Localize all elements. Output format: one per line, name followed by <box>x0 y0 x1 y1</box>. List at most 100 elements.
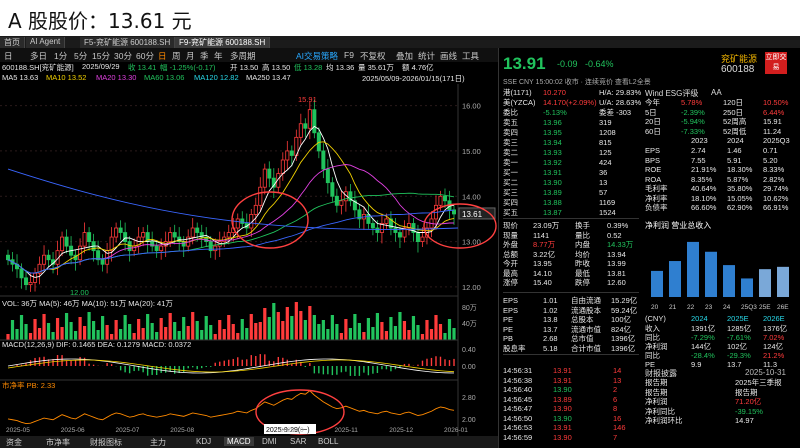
chart-toolbar: 日 多日 1分 5分 15分 30分 60分 日 周 月 季 年 多周期 AI交… <box>0 48 498 62</box>
overlay-button[interactable]: 叠加 <box>396 50 413 62</box>
tab-ai-agent[interactable]: AI Agent <box>26 37 66 48</box>
kline-chart[interactable]: 16.00 15.00 14.00 13.00 12.00 15.91 12.00 13.61… <box>0 84 498 448</box>
fin-value: 7.02% <box>763 333 785 342</box>
orderbook-label: 委比 <box>503 108 518 117</box>
orderbook-label: 买二 <box>503 178 518 187</box>
volume-bar <box>227 315 231 340</box>
stat-row: 涨停 15.40 跌停 12.60 <box>503 278 639 287</box>
fin-value: 29.74% <box>763 184 789 193</box>
period-1min[interactable]: 1分 <box>54 50 67 62</box>
fin-year-header: 2023 2024 2025Q3 <box>645 136 797 145</box>
period-day[interactable]: 日 <box>158 50 167 62</box>
ma120-legend: MA120 12.82 <box>194 73 239 82</box>
revenue-bar <box>687 241 699 297</box>
no-adjust-button[interactable]: 不复权 <box>360 50 386 62</box>
indicator-tab-dmi[interactable]: DMI <box>262 437 277 446</box>
tab-f5-stock[interactable]: F5-兖矿能源 600188.SH <box>80 37 176 48</box>
orderbook-label: 卖一 <box>503 158 518 167</box>
stat-label: 最低 <box>575 268 590 278</box>
indicator-tab-pb[interactable]: 市净率 <box>46 437 70 448</box>
volume-bar <box>222 329 226 340</box>
perf-label: 52周低 <box>723 126 747 136</box>
volume-bar <box>191 312 195 340</box>
perf-value: 5.78% <box>681 98 703 107</box>
kline-chart-svg[interactable]: 16.0015.0014.0013.0012.0015.9112.0013.61… <box>0 84 498 436</box>
tick-time: 14:56:53 <box>503 423 533 432</box>
volume-bar <box>294 302 298 340</box>
stat-label: 外盘 <box>503 240 518 249</box>
orderbook-volume: U/A: 28.63% <box>599 98 642 107</box>
stat-row: 现价 23.09万 换手 0.39% <box>503 221 639 230</box>
low-label: 低 13.28 <box>294 63 323 72</box>
volume-bar <box>321 320 325 340</box>
volume-bar <box>258 322 262 340</box>
period-month[interactable]: 月 <box>186 50 195 62</box>
period-day-first[interactable]: 日 <box>4 50 13 62</box>
ai-strategy-button[interactable]: AI交易策略 <box>296 50 338 62</box>
trade-now-button[interactable]: 立即交易 <box>765 52 787 74</box>
price-tick-label: 15.00 <box>462 147 481 156</box>
fin-row: BPS 7.55 5.91 5.20 <box>645 156 797 165</box>
indicator-tab-boll[interactable]: BOLL <box>318 437 338 446</box>
orderbook-label: 卖二 <box>503 148 518 157</box>
volume-bar <box>87 312 91 340</box>
stat-value: 0.52 <box>607 230 622 240</box>
orderbook-volume: 36 <box>599 168 608 177</box>
orderbook-row: 买五 13.87 1524 <box>503 208 639 217</box>
indicator-tab-main[interactable]: 主力 <box>150 437 166 448</box>
pb-line <box>7 390 455 425</box>
fund-label: PE <box>503 324 514 334</box>
period-multi[interactable]: 多周期 <box>230 50 256 62</box>
candle-body <box>159 245 164 252</box>
tools-button[interactable]: 工具 <box>462 50 479 62</box>
fin-row: ROE 21.91% 18.30% 8.33% <box>645 165 797 174</box>
period-quarter[interactable]: 季 <box>200 50 209 62</box>
period-year[interactable]: 年 <box>214 50 223 62</box>
stat-label: 内盘 <box>575 240 590 249</box>
draw-button[interactable]: 画线 <box>440 50 457 62</box>
period-30min[interactable]: 30分 <box>114 50 132 62</box>
period-60min[interactable]: 60分 <box>136 50 154 62</box>
stat-label: 现价 <box>503 221 518 230</box>
fund-row: 股息率 5.18 合计市值 1396亿 <box>503 344 639 353</box>
orderbook-label: 买五 <box>503 208 518 217</box>
perf-value: -5.94% <box>681 117 705 126</box>
orderbook-volume: 13 <box>599 178 608 187</box>
perf-label: 20日 <box>645 117 661 126</box>
ma-legend-row: MA5 13.63 MA10 13.52 MA20 13.30 MA60 13.… <box>0 73 498 84</box>
volume-bar <box>33 319 37 340</box>
forecast-row: 同比 -7.29% -7.61% 7.02% <box>645 333 797 342</box>
fund-label: EPS <box>503 305 519 315</box>
period-15min[interactable]: 15分 <box>92 50 110 62</box>
period-week[interactable]: 周 <box>172 50 181 62</box>
tab-f9-stock[interactable]: F9-兖矿能源 600188.SH <box>175 37 271 48</box>
stats-button[interactable]: 统计 <box>418 50 435 62</box>
indicator-tab-funds[interactable]: 资金 <box>6 437 22 448</box>
tick-price: 13.91 <box>553 423 572 432</box>
fin-label: (CNY) <box>645 314 666 323</box>
candle-body <box>307 109 312 129</box>
indicator-tab-finance[interactable]: 财报图标 <box>90 437 122 448</box>
report-label: 净利同比 <box>645 406 675 416</box>
stat-label: 量比 <box>575 230 590 240</box>
indicator-tab-kdj[interactable]: KDJ <box>196 437 211 446</box>
f9-button[interactable]: F9 <box>344 50 354 60</box>
stat-label: 现量 <box>503 230 518 240</box>
tick-row: 14:56:59 13.90 7 <box>503 433 639 442</box>
perf-label: 52周高 <box>723 117 747 126</box>
tick-time: 14:56:40 <box>503 385 533 394</box>
indicator-tab-macd[interactable]: MACD <box>224 437 254 446</box>
high-label: 高 13.50 <box>262 63 291 72</box>
stat-value: 13.95 <box>533 259 552 268</box>
period-5min[interactable]: 5分 <box>74 50 87 62</box>
fin-value: -28.4% <box>691 351 715 360</box>
orderbook-price: 13.91 <box>543 168 562 177</box>
period-multi-day[interactable]: 多日 <box>30 50 47 62</box>
perf-value: 11.24 <box>763 126 782 136</box>
fund-value: 59.24亿 <box>611 305 638 315</box>
tab-home[interactable]: 首页 <box>0 37 25 48</box>
candle-body <box>321 150 326 170</box>
ma60-legend: MA60 13.06 <box>144 73 185 82</box>
indicator-tab-sar[interactable]: SAR <box>290 437 306 446</box>
tick-time: 14:56:38 <box>503 375 533 385</box>
